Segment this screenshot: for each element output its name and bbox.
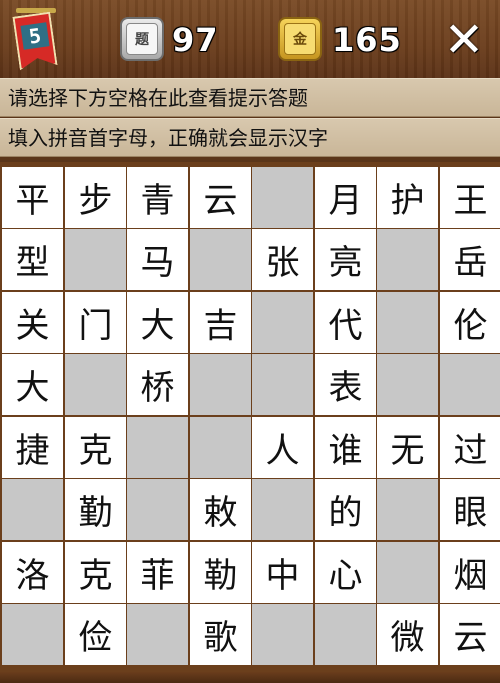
grid-cell[interactable]: 敕 bbox=[190, 479, 251, 540]
grid-cell[interactable]: 马 bbox=[127, 229, 188, 290]
grid-cell-blank[interactable] bbox=[190, 229, 251, 290]
grid-cell[interactable]: 歌 bbox=[190, 604, 251, 665]
grid-cell-blank[interactable] bbox=[315, 604, 376, 665]
grid-cell-blank[interactable] bbox=[190, 417, 251, 478]
grid-cell-blank[interactable] bbox=[65, 354, 126, 415]
question-tile-glyph: 题 bbox=[126, 23, 158, 55]
grid-cell[interactable]: 型 bbox=[2, 229, 63, 290]
grid-cell[interactable]: 人 bbox=[252, 417, 313, 478]
grid-cell-blank[interactable] bbox=[127, 604, 188, 665]
grid-cell[interactable]: 云 bbox=[440, 604, 500, 665]
close-button[interactable]: ✕ bbox=[440, 16, 488, 64]
grid-cell[interactable]: 大 bbox=[127, 292, 188, 353]
grid-cell-blank[interactable] bbox=[377, 354, 438, 415]
grid-cell[interactable]: 护 bbox=[377, 167, 438, 228]
grid-cell[interactable]: 步 bbox=[65, 167, 126, 228]
grid-cell[interactable]: 王 bbox=[440, 167, 500, 228]
grid-cell-blank[interactable] bbox=[127, 479, 188, 540]
grid-cell[interactable]: 捷 bbox=[2, 417, 63, 478]
grid-cell-blank[interactable] bbox=[440, 354, 500, 415]
crossword-board: 平步青云月护王型马张亮岳关门大吉代伦大桥表捷克人谁无过勤敕的眼洛克菲勒中心烟俭歌… bbox=[0, 162, 500, 672]
grid-cell-blank[interactable] bbox=[377, 292, 438, 353]
grid-cell[interactable]: 云 bbox=[190, 167, 251, 228]
grid-cell[interactable]: 岳 bbox=[440, 229, 500, 290]
grid-cell-blank[interactable] bbox=[2, 479, 63, 540]
grid-cell[interactable]: 代 bbox=[315, 292, 376, 353]
grid-cell[interactable]: 平 bbox=[2, 167, 63, 228]
grid-cell[interactable]: 门 bbox=[65, 292, 126, 353]
coin-tile-icon: 金 bbox=[278, 17, 322, 61]
bottom-wood bbox=[0, 672, 500, 683]
top-bar: 5 题 97 金 165 ✕ bbox=[0, 0, 500, 80]
grid-cell-blank[interactable] bbox=[252, 354, 313, 415]
grid-cell-blank[interactable] bbox=[377, 229, 438, 290]
grid-cell[interactable]: 眼 bbox=[440, 479, 500, 540]
grid-cell[interactable]: 亮 bbox=[315, 229, 376, 290]
grid-cell[interactable]: 微 bbox=[377, 604, 438, 665]
grid-cell[interactable]: 心 bbox=[315, 542, 376, 603]
grid-cell[interactable]: 谁 bbox=[315, 417, 376, 478]
grid-cell[interactable]: 勒 bbox=[190, 542, 251, 603]
grid-cell-blank[interactable] bbox=[127, 417, 188, 478]
grid-cell[interactable]: 的 bbox=[315, 479, 376, 540]
grid-cell[interactable]: 青 bbox=[127, 167, 188, 228]
grid-cell[interactable]: 桥 bbox=[127, 354, 188, 415]
grid-cell[interactable]: 中 bbox=[252, 542, 313, 603]
grid-cell-blank[interactable] bbox=[252, 604, 313, 665]
grid-cell[interactable]: 吉 bbox=[190, 292, 251, 353]
grid-cell[interactable]: 过 bbox=[440, 417, 500, 478]
grid-cell-blank[interactable] bbox=[65, 229, 126, 290]
question-count: 97 bbox=[172, 21, 219, 59]
hint-line-2: 填入拼音首字母，正确就会显示汉字 bbox=[0, 118, 500, 157]
grid-cell-blank[interactable] bbox=[252, 167, 313, 228]
grid-cell-blank[interactable] bbox=[252, 479, 313, 540]
grid-cell[interactable]: 张 bbox=[252, 229, 313, 290]
grid-cell[interactable]: 菲 bbox=[127, 542, 188, 603]
grid-cell[interactable]: 表 bbox=[315, 354, 376, 415]
level-number: 5 bbox=[20, 22, 50, 50]
grid-cell-blank[interactable] bbox=[377, 542, 438, 603]
grid-cell[interactable]: 大 bbox=[2, 354, 63, 415]
grid-cell-blank[interactable] bbox=[377, 479, 438, 540]
coin-count: 165 bbox=[332, 21, 402, 59]
coin-tile-glyph: 金 bbox=[284, 23, 316, 55]
grid-cell-blank[interactable] bbox=[190, 354, 251, 415]
grid-cell[interactable]: 俭 bbox=[65, 604, 126, 665]
hint-line-1: 请选择下方空格在此查看提示答题 bbox=[0, 78, 500, 117]
grid-cell[interactable]: 烟 bbox=[440, 542, 500, 603]
grid-cell[interactable]: 伦 bbox=[440, 292, 500, 353]
grid-cell[interactable]: 克 bbox=[65, 542, 126, 603]
grid-cell[interactable]: 月 bbox=[315, 167, 376, 228]
level-flag-icon: 5 bbox=[8, 6, 62, 76]
grid-cell-blank[interactable] bbox=[2, 604, 63, 665]
grid-cell[interactable]: 洛 bbox=[2, 542, 63, 603]
grid-cell[interactable]: 勤 bbox=[65, 479, 126, 540]
grid-cell[interactable]: 关 bbox=[2, 292, 63, 353]
question-tile-icon: 题 bbox=[120, 17, 164, 61]
grid-cell[interactable]: 无 bbox=[377, 417, 438, 478]
grid-cell[interactable]: 克 bbox=[65, 417, 126, 478]
grid-cell-blank[interactable] bbox=[252, 292, 313, 353]
